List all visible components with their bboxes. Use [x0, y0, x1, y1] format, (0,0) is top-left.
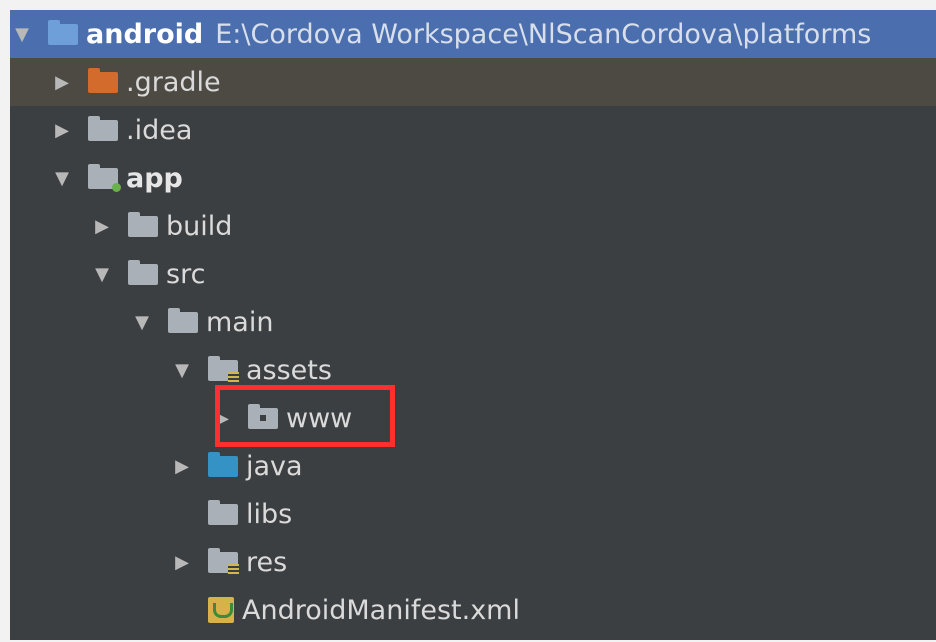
collapse-arrow-icon[interactable]: ▶: [170, 456, 194, 477]
folder-icon: [128, 211, 158, 237]
tree-item-libs[interactable]: libs: [10, 490, 936, 538]
expand-arrow-icon[interactable]: ▼: [10, 24, 34, 45]
tree-item-label: java: [246, 450, 303, 482]
tree-item-label: .idea: [126, 114, 193, 146]
tree-item-path: E:\Cordova Workspace\NlScanCordova\platf…: [215, 18, 872, 50]
collapse-arrow-icon[interactable]: ▶: [50, 120, 74, 141]
module-folder-icon: [48, 19, 78, 45]
expand-arrow-icon[interactable]: ▼: [90, 264, 114, 285]
tree-item-www[interactable]: ▶ www: [10, 394, 936, 442]
tree-item-label: res: [246, 546, 288, 578]
highlight-box: [215, 385, 395, 447]
project-tree: ▼ android E:\Cordova Workspace\NlScanCor…: [10, 10, 936, 640]
collapse-arrow-icon[interactable]: ▶: [50, 72, 74, 93]
tree-item-label: libs: [246, 498, 293, 530]
tree-item-label: main: [206, 306, 274, 338]
tree-item-res[interactable]: ▶ res: [10, 538, 936, 586]
tree-item-label: assets: [246, 354, 332, 386]
folder-icon: [208, 499, 238, 525]
tree-item-label: android: [86, 18, 204, 50]
tree-item-build[interactable]: ▶ build: [10, 202, 936, 250]
tree-item-src[interactable]: ▼ src: [10, 250, 936, 298]
tree-item-manifest[interactable]: AndroidManifest.xml: [10, 586, 936, 634]
folder-icon: [88, 115, 118, 141]
tree-item-label: .gradle: [126, 66, 221, 98]
collapse-arrow-icon[interactable]: ▶: [170, 552, 194, 573]
tree-item-app[interactable]: ▼ app: [10, 154, 936, 202]
tree-item-label: build: [166, 210, 233, 242]
tree-item-java[interactable]: ▶ java: [10, 442, 936, 490]
tree-item-label: app: [126, 162, 183, 194]
folder-icon: [88, 67, 118, 93]
tree-item-gradle[interactable]: ▶ .gradle: [10, 58, 936, 106]
tree-item-label: AndroidManifest.xml: [242, 594, 520, 626]
tree-item-android[interactable]: ▼ android E:\Cordova Workspace\NlScanCor…: [10, 10, 936, 58]
collapse-arrow-icon[interactable]: ▶: [90, 216, 114, 237]
resources-folder-icon: [208, 355, 239, 383]
resources-folder-icon: [208, 547, 239, 575]
tree-item-idea[interactable]: ▶ .idea: [10, 106, 936, 154]
module-folder-icon: [88, 163, 121, 192]
source-folder-icon: [208, 451, 238, 477]
tree-item-label: src: [166, 258, 206, 290]
android-manifest-icon: [208, 597, 234, 623]
folder-icon: [128, 259, 158, 285]
folder-icon: [168, 307, 198, 333]
expand-arrow-icon[interactable]: ▼: [130, 312, 154, 333]
expand-arrow-icon[interactable]: ▼: [50, 168, 74, 189]
tree-item-main[interactable]: ▼ main: [10, 298, 936, 346]
tree-item-assets[interactable]: ▼ assets: [10, 346, 936, 394]
expand-arrow-icon[interactable]: ▼: [170, 360, 194, 381]
